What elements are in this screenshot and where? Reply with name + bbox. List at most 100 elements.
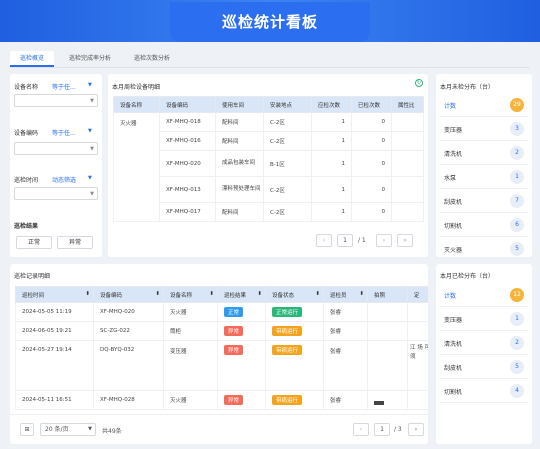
table-row[interactable]: 2024-05-27 19:14 DQ-BYQ-032 变压器 异常 带病运行 … [15,340,428,391]
list-item[interactable]: 切割机 4 [440,380,528,403]
status-tag: 带病运行 [272,345,303,355]
tab-completion-rate[interactable]: 巡检完成率分析 [60,51,120,67]
list-item[interactable]: 清洗机 2 [440,142,528,165]
dist-item-count: 6 [510,218,524,232]
result-abnormal-button[interactable]: 异常 [57,236,93,249]
photo-thumbnail[interactable] [374,401,384,405]
list-item[interactable]: 计数 29 [440,94,528,117]
table-row[interactable]: 2024-05-05 11:19 XF-MHQ-020 灭火器 正常 正常运行 … [15,302,428,322]
sort-icon[interactable]: ⬍ [257,291,262,297]
dist-item-count: 1 [510,170,524,184]
list-item[interactable]: 清洗机 2 [440,332,528,355]
tab-overview[interactable]: 巡检概览 [10,51,54,67]
dist-item-name: 变压器 [444,317,463,324]
inspect-time: 2024-05-05 11:19 [15,302,94,322]
time-filter-mode[interactable]: 动态筛选 [52,175,76,184]
prev-page-button[interactable]: ‹ [316,234,332,247]
sort-icon[interactable]: ⬍ [209,291,214,297]
inspect-time: 2024-06-05 19:21 [15,321,94,341]
next-page-button[interactable]: › [408,423,424,436]
install-place: B-1区 [263,150,312,177]
device-code: XF-MHQ-020 [93,302,164,322]
unchecked-dist-title: 本月未检分布（台） [440,84,495,91]
group-device-name: 灭火器 [113,112,160,222]
status-tag: 带病运行 [272,395,303,405]
col-inspect-time[interactable]: 巡检时间 ⬍ [15,286,94,303]
tab-count-analysis[interactable]: 巡检次数分析 [128,51,176,67]
col-device-code[interactable]: 设备编码 ⬍ [93,286,164,303]
list-item[interactable]: 计数 12 [440,284,528,307]
result-normal-button[interactable]: 正常 [16,236,52,249]
time-select[interactable]: ▼ [14,187,98,200]
sort-icon[interactable]: ⬍ [359,291,364,297]
note [407,321,428,341]
unchecked-dist-list: 计数 29 变压器 3 清洗机 2 水泵 1 刮皮机 7 切割机 6 灭火器 5 [440,94,528,257]
table-row[interactable]: 2024-05-11 16:51 XF-MHQ-028 灭火器 异常 带病运行 … [15,390,428,410]
device-code-select[interactable]: ▼ [14,142,98,155]
sort-icon[interactable]: ⬍ [85,291,90,297]
table-row[interactable]: XF-MHQ-017 配料间 C-2区 1 0 [114,202,424,222]
dist-item-count: 1 [510,312,524,326]
list-item[interactable]: 变压器 1 [440,308,528,331]
dist-total-label: 计数 [444,103,457,110]
inspector: 张睿 [323,321,368,341]
chevron-down-icon[interactable]: ▼ [88,82,99,88]
device-status: 带病运行 [265,321,324,341]
prev-page-button[interactable]: ‹ [353,423,369,436]
device-code-filter-mode[interactable]: 等于任... [52,128,76,137]
due-count: 1 [311,202,352,222]
chevron-down-icon[interactable]: ▼ [88,128,99,134]
inspect-time: 2024-05-11 16:51 [15,390,94,410]
list-item[interactable]: 水泵 1 [440,166,528,189]
table-row[interactable]: XF-MHQ-020 成品包装车间 B-1区 1 0 [114,150,424,177]
device-name: 筒柜 [163,321,218,341]
last-page-button[interactable]: » [397,234,413,247]
weekly-table: 设备名称 设备编码 使用车间 安装地点 应检次数 已检次数 属性比 灭火器 XF… [113,96,424,222]
col-device-name[interactable]: 设备名称 ⬍ [163,286,218,303]
dist-item-name: 变压器 [444,127,463,134]
refresh-icon[interactable]: ↻ [415,79,423,87]
device-name-select[interactable]: ▼ [14,94,98,107]
dist-item-name: 切割机 [444,223,463,230]
inspect-result: 异常 [217,390,266,410]
column-settings-icon[interactable]: ⊞ [20,423,34,436]
device-name-filter-mode[interactable]: 等于任... [52,82,76,91]
list-item[interactable]: 灭火器 5 [440,238,528,257]
page-number-input[interactable]: 1 [374,423,390,436]
col-device-status[interactable]: 设备状态 ⬍ [265,286,324,303]
table-row[interactable]: XF-MHQ-016 配料间 C-2区 1 0 [114,131,424,151]
table-row[interactable]: 灭火器 XF-MHQ-018 配料间 C-2区 1 0 [113,112,424,222]
col-due-count: 应检次数 [311,96,352,113]
list-item[interactable]: 刮皮机 5 [440,356,528,379]
chevron-down-icon: ▼ [90,98,94,104]
dist-item-name: 刮皮机 [444,365,463,372]
device-code-filter-label: 设备编码 [14,130,39,137]
note: 江 场 可 须 [407,340,428,391]
dist-item-count: 5 [510,242,524,256]
table-row[interactable]: 2024-06-05 19:21 SC-ZG-022 筒柜 异常 带病运行 张睿 [15,321,428,341]
status-tag: 正常运行 [272,307,303,317]
col-inspector[interactable]: 巡检员 ⬍ [323,286,368,303]
list-item[interactable]: 刮皮机 7 [440,190,528,213]
list-item[interactable]: 变压器 3 [440,118,528,141]
inspector: 张睿 [323,302,368,322]
sort-icon[interactable]: ⬍ [315,291,320,297]
photo [367,390,408,410]
weekly-table-header: 设备名称 设备编码 使用车间 安装地点 应检次数 已检次数 属性比 [113,96,424,113]
dist-item-count: 2 [510,336,524,350]
sort-icon[interactable]: ⬍ [155,291,160,297]
dist-item-name: 水泵 [444,175,457,182]
list-item[interactable]: 切割机 6 [440,214,528,237]
records-panel: 巡检记录明细 巡检时间 ⬍ 设备编码 ⬍ 设备名称 ⬍ 巡检结果 ⬍ 设备状态 ⬍ 巡检员… [10,264,428,444]
done-count: 0 [351,112,392,132]
note [407,390,428,410]
chevron-down-icon[interactable]: ▼ [88,175,99,181]
col-inspect-result[interactable]: 巡检结果 ⬍ [217,286,266,303]
dist-total-count: 12 [510,288,524,302]
page-size-select[interactable]: 20 条/页 ▼ [40,423,96,436]
weekly-device-panel: 本月周检设备明细 ↻ 设备名称 设备编码 使用车间 安装地点 应检次数 已检次数… [108,74,428,257]
table-row[interactable]: XF-MHQ-013 漂料预处理车间 C-2区 1 0 [114,176,424,203]
next-page-button[interactable]: › [376,234,392,247]
page-number-input[interactable]: 1 [337,234,353,247]
done-count: 0 [351,131,392,151]
